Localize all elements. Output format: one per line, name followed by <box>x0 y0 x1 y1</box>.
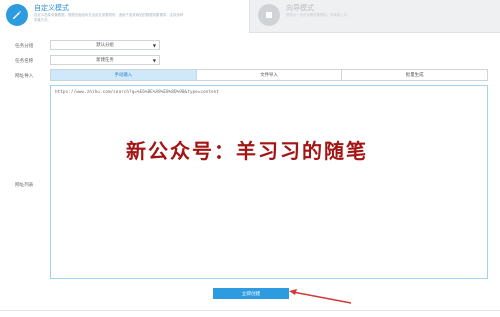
task-group-select[interactable]: 默认分组 ▼ <box>50 40 160 50</box>
annotation-arrow-icon <box>289 289 352 304</box>
url-list-label: 网址列表 <box>15 183 34 188</box>
tab-file-import[interactable]: 文件导入 <box>196 70 343 80</box>
page-divider <box>0 310 500 311</box>
mode-description: 自定义选择采集数据，根据页面结构灵活设定采集规则，适用于各类网站的数据采集需求，… <box>34 13 184 22</box>
task-name-select[interactable]: 新建任务 ▼ <box>50 55 160 65</box>
mode-bar: 自定义模式 自定义选择采集数据，根据页面结构灵活设定采集规则，适用于各类网站的数… <box>0 0 500 33</box>
mode-title: 向导模式 <box>286 4 314 12</box>
mode-title: 自定义模式 <box>34 4 69 12</box>
mode-description: 按提示一步步设置采集规则，简单易上手。 <box>286 13 351 17</box>
task-group-label: 任务分组 <box>15 44 34 49</box>
url-value: https://www.zhihu.com/search?q=%E6%8E%A8… <box>55 90 219 95</box>
task-group-value: 默认分组 <box>96 43 114 48</box>
mode-tab-wizard[interactable]: 向导模式 按提示一步步设置采集规则，简单易上手。 <box>252 0 500 33</box>
tab-batch-generate[interactable]: 批量生成 <box>342 70 488 80</box>
task-name-label: 任务名称 <box>15 59 34 64</box>
watermark-text: 新公众号：羊习习的随笔 <box>126 139 368 163</box>
edit-icon <box>6 4 28 26</box>
url-import-tabs: 手动输入 文件导入 批量生成 <box>50 69 488 81</box>
wizard-icon <box>258 4 280 26</box>
url-textarea[interactable]: https://www.zhihu.com/search?q=%E6%8E%A8… <box>50 85 488 279</box>
tab-manual-input[interactable]: 手动输入 <box>51 70 197 80</box>
caret-down-icon: ▼ <box>152 43 156 48</box>
mode-tab-custom[interactable]: 自定义模式 自定义选择采集数据，根据页面结构灵活设定采集规则，适用于各类网站的数… <box>0 0 250 33</box>
caret-down-icon: ▼ <box>152 58 156 63</box>
create-button[interactable]: 立即创建 <box>213 288 289 299</box>
url-import-label: 网址导入 <box>15 74 34 79</box>
task-name-value: 新建任务 <box>96 58 114 63</box>
